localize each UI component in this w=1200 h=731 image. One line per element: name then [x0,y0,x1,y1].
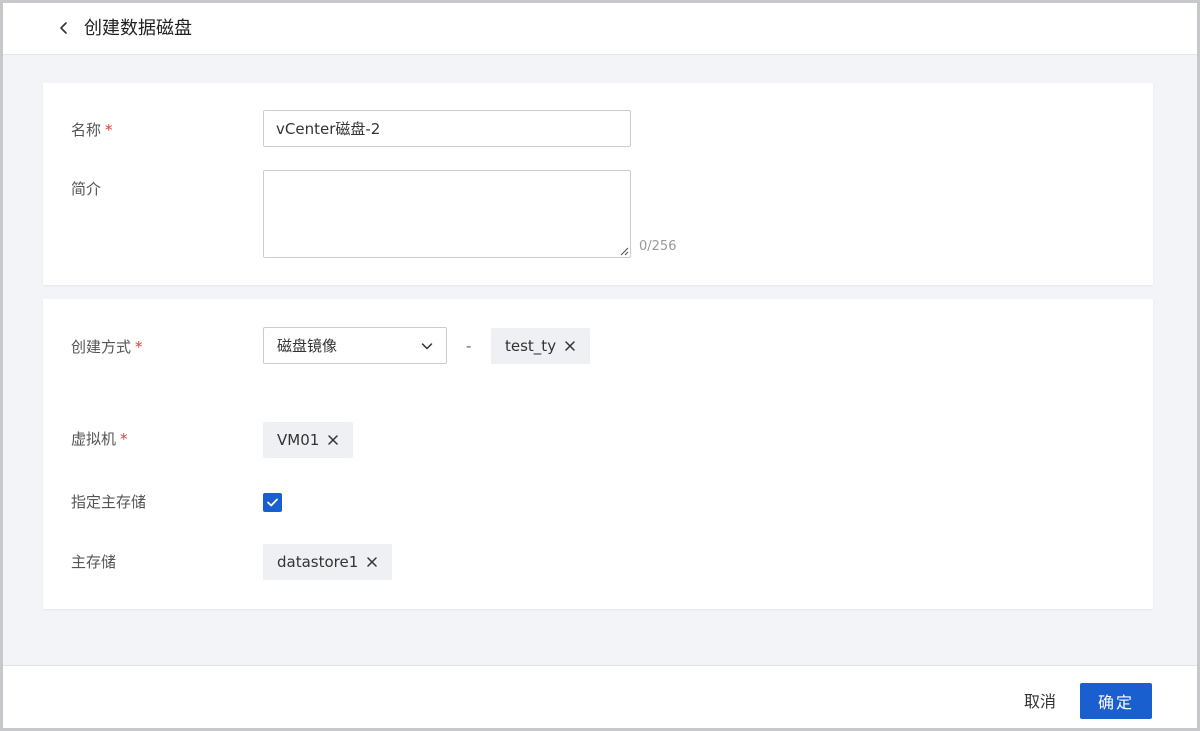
storage-tag: datastore1 [263,544,393,580]
storage-tag-label: datastore1 [277,553,359,571]
close-icon[interactable] [327,434,339,446]
creation-method-label: 创建方式 * [71,337,143,357]
vm-tag: VM01 [263,422,354,458]
confirm-button[interactable]: 确定 [1080,683,1152,719]
description-label: 简介 [71,180,102,198]
required-mark: * [120,430,128,448]
image-tag-label: test_ty [505,337,557,355]
storage-label: 主存储 [71,553,117,571]
method-separator: - [466,337,472,355]
specify-storage-checkbox[interactable] [263,493,282,512]
creation-method-label-text: 创建方式 [71,338,132,356]
description-counter: 0/256 [639,239,677,254]
vm-label-text: 虚拟机 [71,430,117,448]
name-label-text: 名称 [71,121,102,139]
description-textarea[interactable] [263,170,631,258]
specify-storage-label: 指定主存储 [71,493,147,511]
required-mark: * [135,338,143,356]
vm-label: 虚拟机 * [71,429,128,449]
vm-tag-label: VM01 [277,431,320,449]
close-icon[interactable] [564,340,576,352]
name-input[interactable] [263,110,631,147]
image-tag: test_ty [491,328,591,364]
resize-grip-icon[interactable] [620,247,629,256]
name-label: 名称 * [71,120,113,140]
creation-method-value: 磁盘镜像 [277,337,338,355]
basic-info-card: 名称* 简介 0/256 [43,83,1153,285]
chevron-left-icon [60,22,67,34]
page-header: 创建数据磁盘 [3,3,1197,55]
chevron-down-icon [421,343,433,350]
checkmark-icon [267,498,278,507]
required-mark: * [105,121,113,139]
back-button[interactable] [53,17,75,39]
source-card: 创建方式 * 磁盘镜像 - test_ty 虚拟机 * VM01 指定主存储 主… [43,299,1153,609]
app-window: 创建数据磁盘 名称* 简介 0/256 创建方式* 磁盘镜像 - test_ty [0,0,1200,731]
page-title: 创建数据磁盘 [84,18,192,39]
creation-method-select[interactable]: 磁盘镜像 [263,327,447,364]
cancel-button[interactable]: 取消 [1013,690,1067,714]
close-icon[interactable] [366,556,378,568]
page-footer: 取消 确定 [3,665,1197,728]
